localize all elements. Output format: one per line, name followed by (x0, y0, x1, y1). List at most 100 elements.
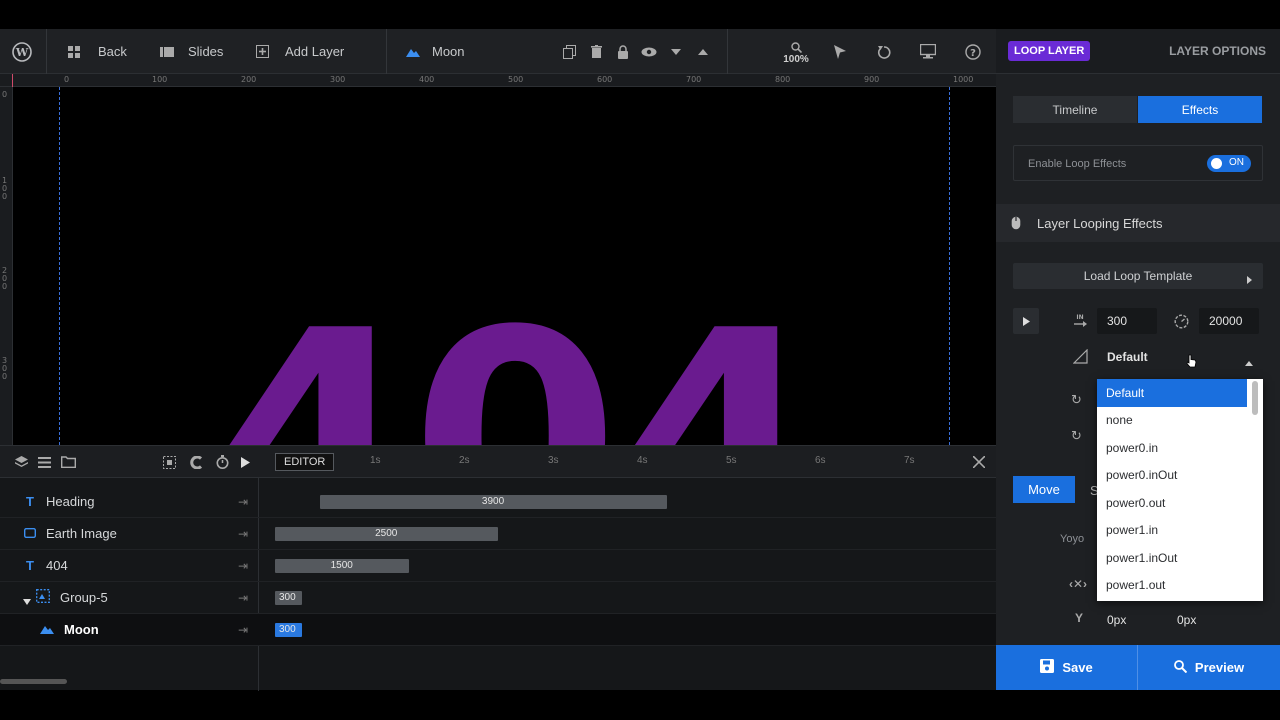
layer-row-moon[interactable]: Moon ⇥ (0, 614, 259, 646)
eye-icon[interactable] (638, 29, 660, 74)
floppy-icon (1040, 659, 1055, 676)
ruler-label: 300 (2, 356, 8, 381)
yoyo-label: Yoyo (1060, 533, 1085, 545)
easing-icon (1072, 348, 1088, 367)
enable-loop-toggle[interactable]: ON (1207, 155, 1251, 172)
end-arrow-icon[interactable]: ⇥ (238, 527, 248, 541)
mouse-cursor-icon (1186, 354, 1197, 371)
slide-canvas[interactable]: 404 (13, 87, 996, 445)
end-arrow-icon[interactable]: ⇥ (238, 591, 248, 605)
easing-option[interactable]: power0.out (1097, 489, 1247, 517)
layer-row-earth-image[interactable]: Earth Image ⇥ (0, 518, 259, 550)
ruler-label: 200 (2, 266, 8, 291)
ruler-label: 900 (864, 75, 880, 84)
back-button[interactable]: Back (68, 29, 127, 74)
help-icon[interactable]: ? (962, 29, 984, 74)
load-template-label: Load Loop Template (1083, 269, 1193, 283)
timeline-track: 2500 (259, 518, 996, 550)
caret-down-icon[interactable] (23, 593, 31, 608)
y-end-field[interactable]: 0px (1167, 607, 1227, 633)
easing-option[interactable]: power1.out (1097, 572, 1247, 600)
timeline-bar-moon[interactable]: 300 (275, 623, 302, 637)
easing-option[interactable]: power0.in (1097, 434, 1247, 462)
play-loop-button[interactable] (1013, 308, 1039, 334)
ruler-label: 200 (241, 75, 257, 84)
layer-options-tab[interactable]: LAYER OPTIONS (1169, 44, 1266, 58)
layer-row-heading[interactable]: T Heading ⇥ (0, 486, 259, 518)
close-icon[interactable] (968, 446, 990, 478)
stopwatch-icon[interactable] (211, 446, 233, 478)
loop-layer-badge[interactable]: LOOP LAYER (1008, 41, 1091, 61)
timeline-bar-heading[interactable]: 3900 (319, 495, 667, 509)
mouse-icon (1011, 216, 1021, 233)
load-loop-template-button[interactable]: Load Loop Template (1013, 263, 1263, 289)
arrow-up-icon[interactable] (692, 29, 714, 74)
folder-icon[interactable] (57, 446, 79, 478)
mountain-icon (406, 47, 420, 57)
undo-icon[interactable] (873, 29, 895, 74)
wordpress-icon[interactable]: W (11, 29, 33, 74)
dropdown-scrollbar[interactable] (1252, 381, 1258, 415)
easing-option[interactable]: none (1097, 407, 1247, 435)
loop-in-field[interactable]: 300 (1097, 308, 1157, 334)
y-start-field[interactable]: 0px (1097, 607, 1157, 633)
ruler-label: 800 (775, 75, 791, 84)
easing-option[interactable]: power1.in (1097, 517, 1247, 545)
magnet-icon[interactable] (185, 446, 207, 478)
timeline-bar-404[interactable]: 1500 (275, 559, 409, 573)
add-layer-button[interactable]: Add Layer (256, 29, 344, 74)
loop-speed-field[interactable]: 20000 (1199, 308, 1259, 334)
horizontal-scrollbar[interactable] (0, 679, 67, 684)
selection-icon[interactable] (158, 446, 180, 478)
end-arrow-icon[interactable]: ⇥ (238, 623, 248, 637)
end-arrow-icon[interactable]: ⇥ (238, 495, 248, 509)
tab-effects[interactable]: Effects (1138, 96, 1262, 123)
cursor-icon[interactable] (829, 29, 851, 74)
current-layer-name: Moon (432, 44, 465, 59)
slides-button[interactable]: Slides (160, 29, 223, 74)
timeline-track: 300 (259, 582, 996, 614)
layer-name: Group-5 (60, 590, 108, 605)
layer-row-group-5[interactable]: Group-5 ⇥ (0, 582, 259, 614)
zoom-control[interactable]: 100% (778, 41, 814, 65)
timeline-bar-earth-image[interactable]: 2500 (275, 527, 498, 541)
timeline-header: EDITOR 1s 2s 3s 4s 5s 6s 7s (0, 446, 996, 478)
ruler-label: 100 (152, 75, 168, 84)
desktop-icon[interactable] (917, 29, 939, 74)
layer-row-404[interactable]: T 404 ⇥ (0, 550, 259, 582)
play-icon (1022, 314, 1030, 329)
404-text-layer[interactable]: 404 (208, 292, 822, 446)
enable-loop-label: Enable Loop Effects (1028, 158, 1127, 170)
section-title: Layer Looping Effects (1037, 216, 1163, 231)
editor-mode-button[interactable]: EDITOR (275, 453, 335, 471)
easing-option[interactable]: power1.inOut (1097, 544, 1247, 572)
play-icon[interactable] (234, 446, 256, 478)
save-button[interactable]: Save (996, 645, 1137, 690)
easing-option[interactable]: power0.inOut (1097, 462, 1247, 490)
timeline-panel: EDITOR 1s 2s 3s 4s 5s 6s 7s T Heading ⇥ … (0, 445, 996, 691)
add-layer-label: Add Layer (285, 44, 345, 59)
move-tab[interactable]: Move (1013, 476, 1075, 503)
magnifier-icon (790, 42, 802, 53)
timeline-bar-group-5[interactable]: 300 (275, 591, 302, 605)
top-toolbar: W Back Slides Add Layer Moon 100% ? (0, 29, 996, 74)
time-tick: 4s (637, 455, 648, 466)
caret-up-icon (1245, 355, 1253, 369)
arrow-down-icon[interactable] (665, 29, 687, 74)
timeline-track: 300 (259, 614, 996, 646)
trash-icon[interactable] (585, 29, 607, 74)
end-arrow-icon[interactable]: ⇥ (238, 559, 248, 573)
preview-button[interactable]: Preview (1138, 645, 1280, 690)
layers-icon[interactable] (10, 446, 32, 478)
list-icon[interactable] (33, 446, 55, 478)
easing-option[interactable]: Default (1097, 379, 1247, 407)
duplicate-icon[interactable] (558, 29, 580, 74)
easing-select[interactable]: Default (1097, 344, 1261, 370)
lock-icon[interactable] (612, 29, 634, 74)
timeline-track: 1500 (259, 550, 996, 582)
add-layer-icon (256, 45, 269, 58)
tab-timeline[interactable]: Timeline (1013, 96, 1137, 123)
zoom-value: 100% (783, 54, 809, 65)
current-layer-selector[interactable]: Moon (406, 29, 465, 74)
right-guide (949, 87, 950, 445)
